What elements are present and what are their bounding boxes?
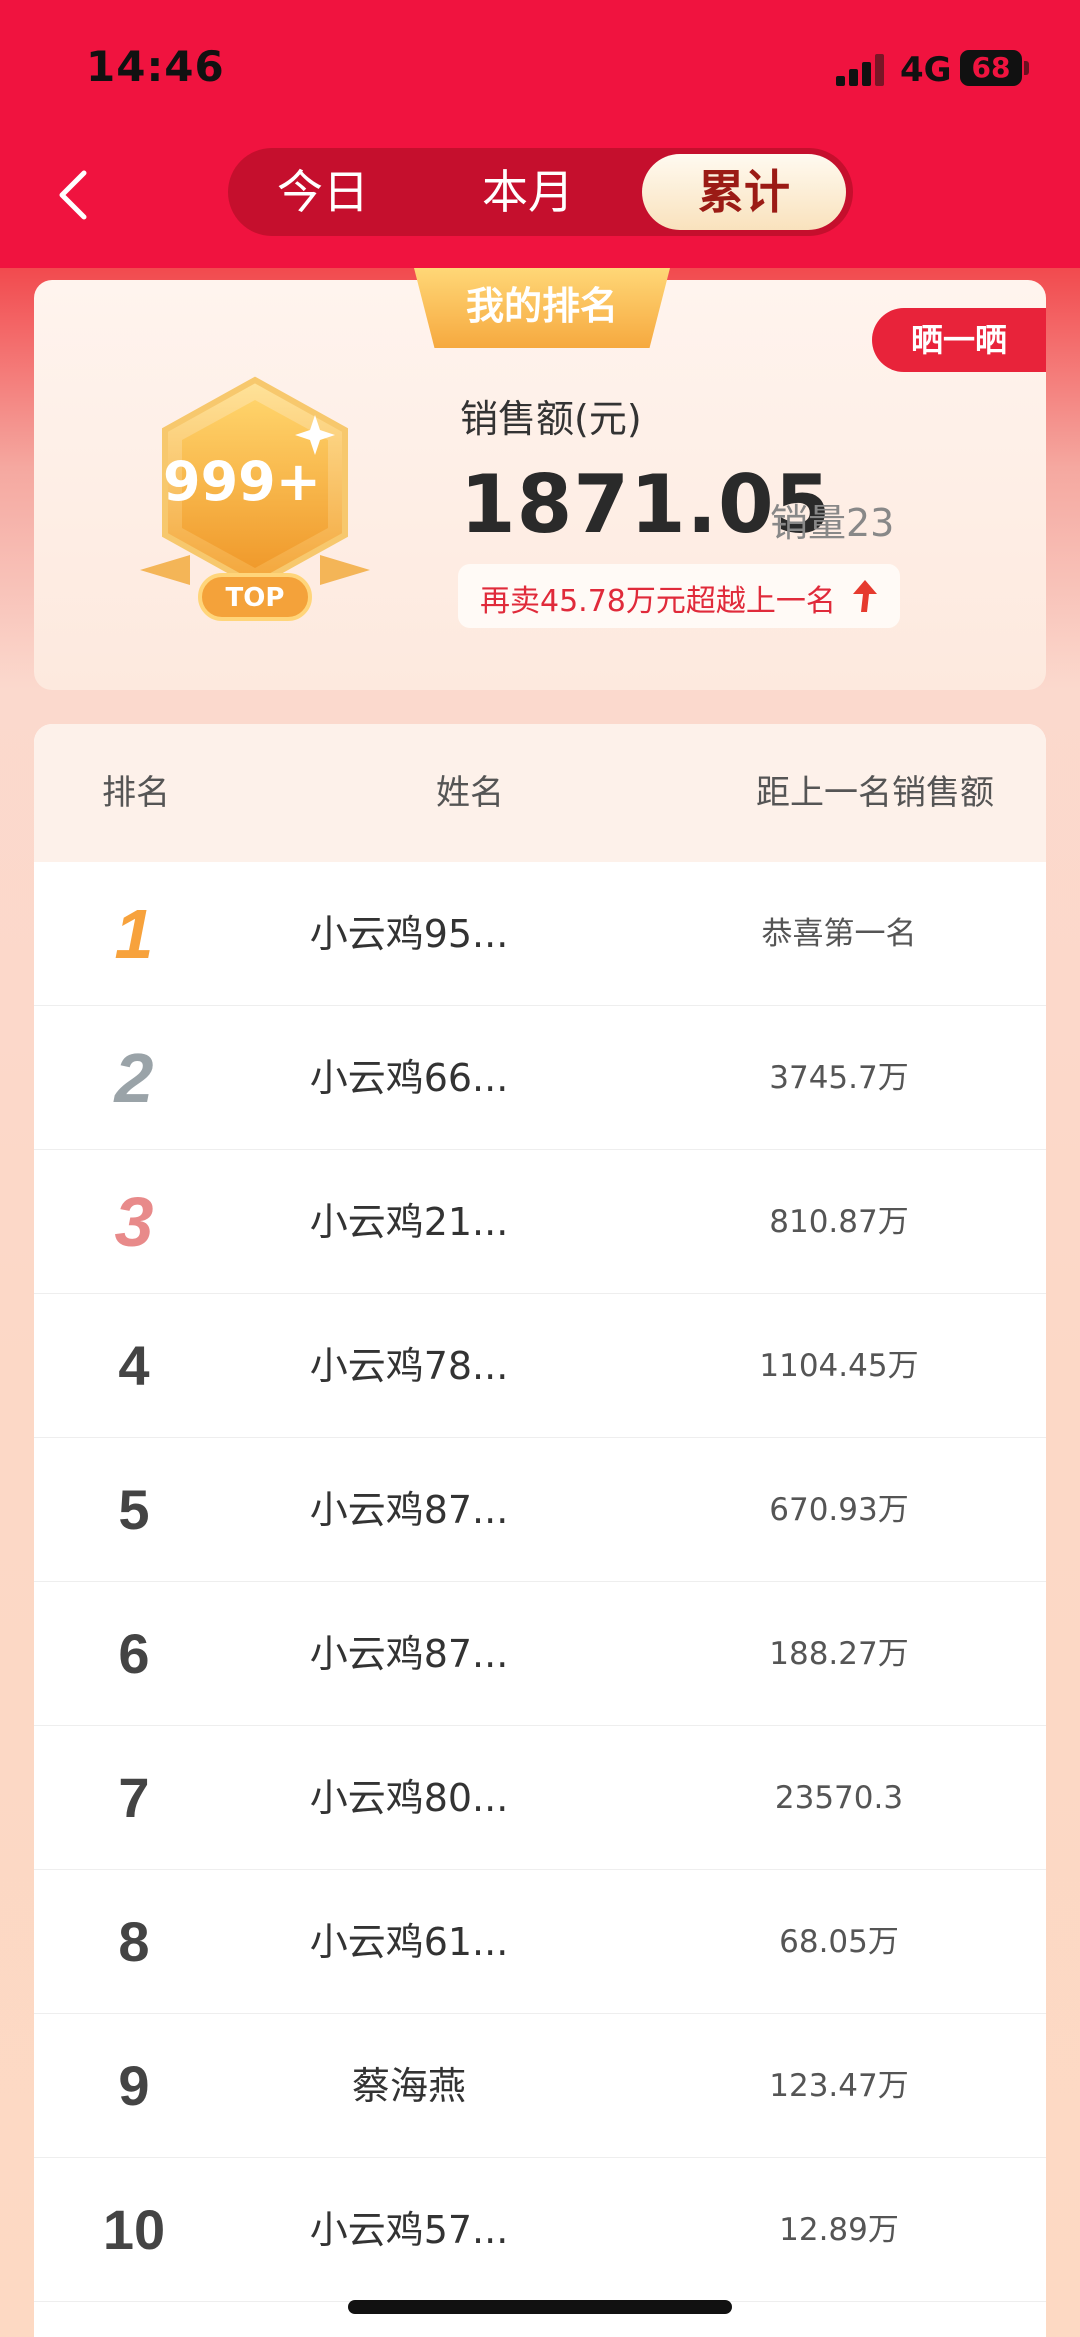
sales-count: 销量23 [770,501,895,545]
surpass-hint-text: 再卖45.78万元超越上一名 [480,584,836,619]
badge-top-text: TOP [226,583,285,613]
gap-amount: 12.89万 [779,2212,899,2248]
tab-today[interactable]: 今日 [248,148,398,236]
tab-cumulative[interactable]: 累计 [642,154,846,230]
member-name: 小云鸡95... [309,912,509,956]
gap-amount: 123.47万 [769,2068,909,2104]
rank-number: 3 [114,1183,154,1261]
surpass-hint: 再卖45.78万元超越上一名 [458,564,900,628]
my-rank-tag: 我的排名 [414,268,670,348]
battery-icon: 68 [960,50,1022,86]
table-row[interactable]: 1 小云鸡95... 恭喜第一名 [34,862,1046,1006]
back-arrow-icon[interactable] [50,165,100,225]
member-name: 小云鸡80... [309,1776,509,1820]
table-row[interactable]: 10 小云鸡57... 12.89万 [34,2158,1046,2302]
rank-number: 4 [118,1334,150,1397]
status-time: 14:46 [86,42,225,91]
rank-number: 9 [118,2054,150,2117]
gap-amount: 68.05万 [779,1924,899,1960]
table-row[interactable]: 4 小云鸡78... 1104.45万 [34,1294,1046,1438]
gap-amount: 1104.45万 [759,1348,919,1384]
member-name: 小云鸡66... [309,1056,509,1100]
table-row[interactable]: 3 小云鸡21... 810.87万 [34,1150,1046,1294]
gap-amount: 恭喜第一名 [761,916,917,952]
rank-number: 10 [102,2198,166,2261]
gap-amount: 3745.7万 [769,1060,909,1096]
header-gap: 距上一名销售额 [756,773,994,813]
app-header: 14:46 4G 68 今日 本月 累计 [0,0,1080,268]
gap-amount: 188.27万 [769,1636,909,1672]
member-name: 小云鸡21... [309,1200,509,1244]
status-bar: 14:46 4G 68 [0,0,1080,130]
arrow-up-icon [853,580,877,612]
badge-rank-text: 999+ [163,450,321,513]
rank-number: 7 [118,1766,150,1829]
member-name: 小云鸡87... [309,1488,509,1532]
signal-icon [836,54,884,86]
member-name: 小云鸡87... [309,1632,509,1676]
header-name: 姓名 [436,773,504,813]
home-indicator[interactable] [348,2300,732,2314]
share-button[interactable]: 晒一晒 [872,308,1046,372]
sales-label: 销售额(元) [460,397,642,441]
table-row[interactable]: 8 小云鸡61... 68.05万 [34,1870,1046,2014]
table-row[interactable]: 5 小云鸡87... 670.93万 [34,1438,1046,1582]
table-row[interactable]: 9 蔡海燕 123.47万 [34,2014,1046,2158]
rank-number: 8 [118,1910,150,1973]
ranking-table: 排名 姓名 距上一名销售额 1 小云鸡95... 恭喜第一名 2 小云鸡66..… [34,724,1046,2337]
tab-month[interactable]: 本月 [453,148,603,236]
member-name: 小云鸡61... [309,1920,509,1964]
table-row[interactable]: 7 小云鸡80... 23570.3 [34,1726,1046,1870]
gap-amount: 670.93万 [769,1492,909,1528]
header-rank: 排名 [102,773,170,813]
battery-tip [1024,61,1029,75]
gap-amount: 23570.3 [774,1780,904,1816]
rank-number: 5 [118,1478,150,1541]
rank-badge-icon: 999+ TOP [140,376,370,621]
table-row[interactable]: 2 小云鸡66... 3745.7万 [34,1006,1046,1150]
member-name: 小云鸡57... [309,2208,509,2252]
table-row[interactable]: 6 小云鸡87... 188.27万 [34,1582,1046,1726]
network-type: 4G [900,50,952,90]
member-name: 小云鸡78... [309,1344,509,1388]
period-tabs: 今日 本月 累计 [228,148,853,236]
rank-number: 1 [114,895,154,973]
rank-number: 6 [118,1622,150,1685]
table-header: 排名 姓名 距上一名销售额 [34,724,1046,862]
gap-amount: 810.87万 [769,1204,909,1240]
rank-number: 2 [114,1039,154,1117]
member-name: 蔡海燕 [351,2064,466,2108]
